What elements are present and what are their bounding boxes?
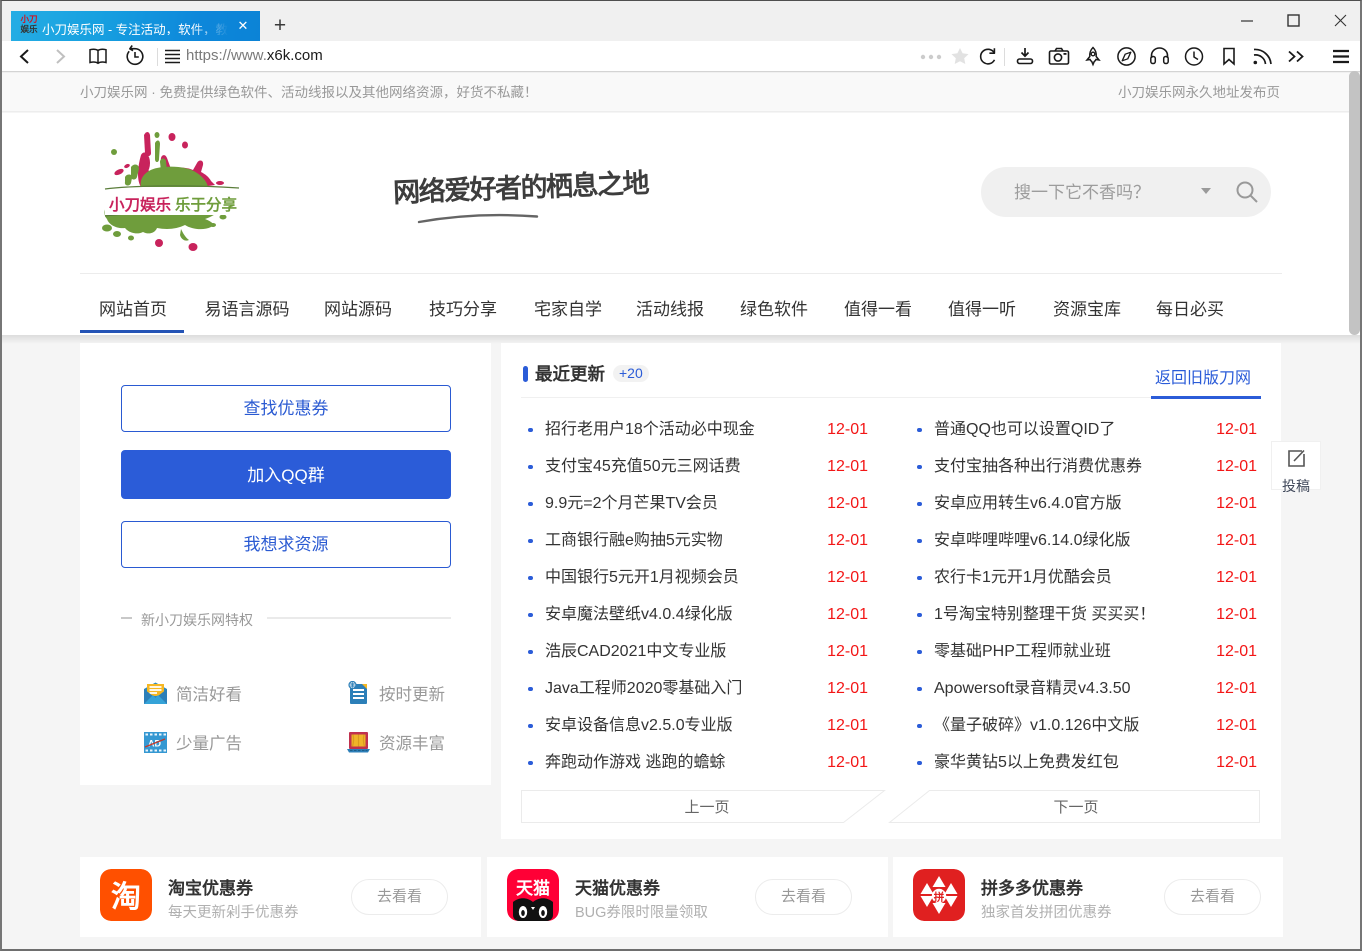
svg-text:上一页: 上一页 [684,799,729,816]
svg-text:下一页: 下一页 [1053,799,1098,816]
svg-text:乐于分享: 乐于分享 [175,195,237,214]
svg-text:淘: 淘 [111,881,141,914]
svg-text:拼: 拼 [934,891,945,904]
svg-text:天猫: 天猫 [516,878,550,898]
svg-text:小刀娱乐: 小刀娱乐 [109,195,172,214]
